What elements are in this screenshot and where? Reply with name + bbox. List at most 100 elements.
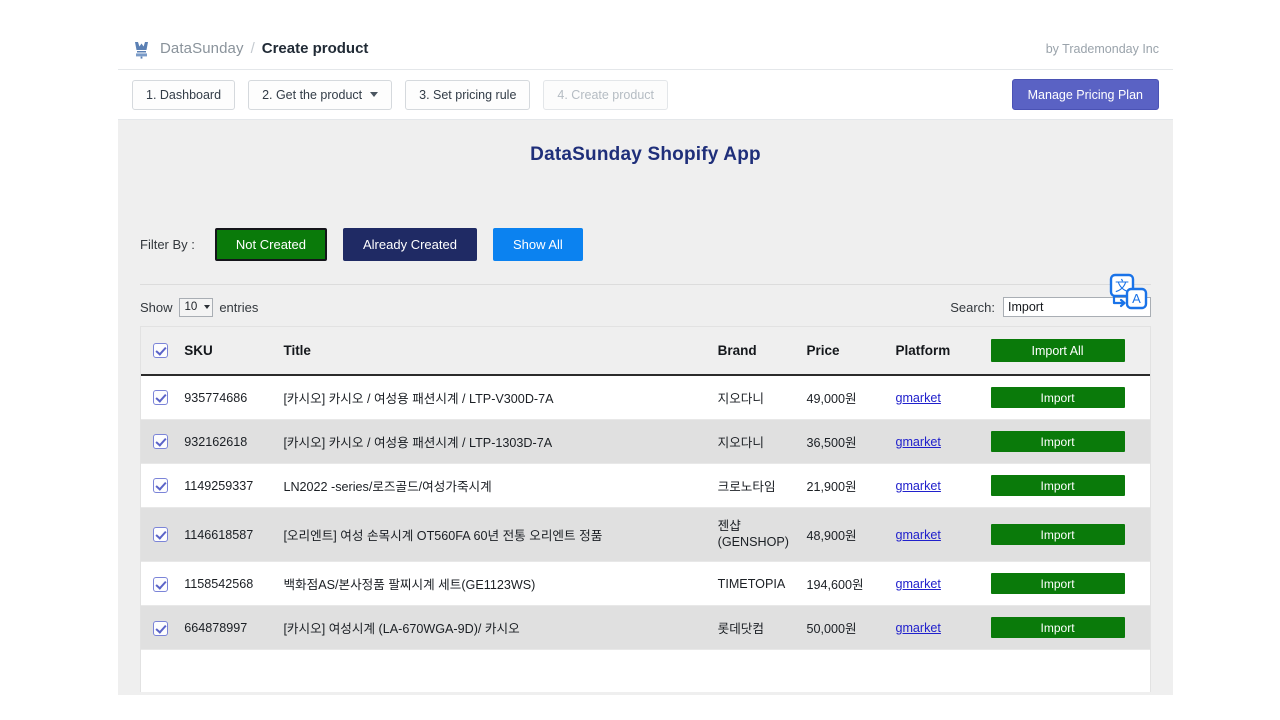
step-button-get-the-product[interactable]: 2. Get the product — [248, 79, 393, 110]
import-button[interactable]: Import — [990, 524, 1125, 546]
cell-price: 49,000원 — [800, 375, 890, 420]
table-header: SKU Title Brand Price Platform Import Al… — [141, 327, 1150, 376]
row-checkbox[interactable] — [153, 527, 168, 543]
import-button[interactable]: Import — [990, 431, 1125, 452]
cell-platform: gmarket — [889, 375, 985, 420]
column-header-platform[interactable]: Platform — [889, 327, 985, 376]
cell-price: 50,000원 — [800, 605, 890, 651]
cell-platform: gmarket — [889, 605, 985, 651]
step-label-create-product: 4. Create product — [557, 87, 654, 102]
step-button-create-product: 4. Create product — [543, 79, 668, 110]
manage-pricing-plan-button[interactable]: Manage Pricing Plan — [1011, 79, 1159, 110]
platform-link[interactable]: gmarket — [895, 435, 941, 449]
table-row: 1158542568 백화점AS/본사정품 팔찌시계 세트(GE1123WS) … — [141, 561, 1150, 607]
products-table: SKU Title Brand Price Platform Import Al… — [141, 327, 1150, 651]
column-header-price[interactable]: Price — [800, 327, 890, 376]
step-label-get-the-product: 2. Get the product — [262, 87, 363, 102]
cell-platform: gmarket — [889, 561, 985, 607]
step-label-set-pricing-rule: 3. Set pricing rule — [419, 87, 517, 102]
import-all-header: Import All — [984, 327, 1150, 376]
row-select-cell — [141, 507, 179, 563]
row-select-cell — [141, 419, 179, 464]
row-checkbox[interactable] — [153, 620, 168, 636]
step-label-dashboard: 1. Dashboard — [146, 87, 222, 102]
row-select-cell — [141, 605, 179, 651]
main-content-area: DataSunday Shopify App 文 A Filter By : N… — [118, 120, 1173, 695]
table-row: 935774686 [카시오] 카시오 / 여성용 패션시계 / LTP-V30… — [141, 375, 1150, 420]
translate-icon[interactable]: 文 A — [1105, 270, 1151, 316]
cell-title: [오리엔트] 여성 손목시계 OT560FA 60년 전통 오리엔트 정품 — [277, 507, 712, 563]
datasunday-logo-icon — [132, 38, 151, 59]
shopify-app-frame: DataSunday / Create product by Trademond… — [118, 28, 1173, 696]
cell-brand: 젠샵 (GENSHOP) — [711, 507, 801, 563]
cell-action: Import — [984, 375, 1150, 420]
import-all-button[interactable]: Import All — [990, 339, 1125, 362]
cell-price: 21,900원 — [800, 463, 890, 508]
breadcrumb-separator: / — [250, 40, 255, 57]
cell-title: 백화점AS/본사정품 팔찌시계 세트(GE1123WS) — [277, 561, 712, 607]
row-checkbox[interactable] — [153, 576, 168, 592]
cell-action: Import — [984, 561, 1150, 607]
select-all-checkbox[interactable] — [153, 343, 168, 359]
chevron-down-icon — [370, 92, 379, 97]
platform-link[interactable]: gmarket — [895, 528, 941, 542]
cell-title: LN2022 -series/로즈골드/여성가죽시계 — [277, 463, 712, 508]
cell-platform: gmarket — [889, 507, 985, 563]
step-button-dashboard[interactable]: 1. Dashboard — [132, 79, 236, 110]
row-checkbox[interactable] — [153, 390, 168, 406]
filter-row: Filter By : Not Created Already Created … — [118, 226, 1173, 262]
app-topbar: DataSunday / Create product by Trademond… — [118, 28, 1173, 70]
row-select-cell — [141, 463, 179, 508]
cell-brand: 지오다니 — [711, 419, 801, 464]
cell-sku: 935774686 — [178, 375, 278, 420]
cell-platform: gmarket — [889, 463, 985, 508]
show-entries-prefix: Show — [140, 299, 173, 315]
import-button[interactable]: Import — [990, 475, 1125, 496]
filter-button-already-created[interactable]: Already Created — [343, 227, 477, 261]
platform-link[interactable]: gmarket — [895, 621, 941, 635]
table-header-row: SKU Title Brand Price Platform Import Al… — [141, 327, 1150, 376]
search-label: Search: — [950, 299, 995, 315]
import-button[interactable]: Import — [990, 387, 1125, 408]
cell-action: Import — [984, 419, 1150, 464]
filter-by-label: Filter By : — [140, 236, 195, 252]
cell-platform: gmarket — [889, 419, 985, 464]
row-checkbox[interactable] — [153, 478, 168, 494]
table-row: 1146618587 [오리엔트] 여성 손목시계 OT560FA 60년 전통… — [141, 507, 1150, 563]
filter-button-show-all[interactable]: Show All — [492, 227, 583, 261]
column-header-title[interactable]: Title — [277, 327, 712, 376]
platform-link[interactable]: gmarket — [895, 391, 941, 405]
select-all-header — [141, 327, 179, 376]
cell-action: Import — [984, 463, 1150, 508]
breadcrumb-brand-link[interactable]: DataSunday — [160, 40, 244, 57]
cell-sku: 664878997 — [178, 605, 278, 651]
column-header-brand[interactable]: Brand — [711, 327, 801, 376]
filter-button-not-created[interactable]: Not Created — [214, 227, 327, 261]
row-checkbox[interactable] — [153, 434, 168, 450]
screen: DataSunday / Create product by Trademond… — [0, 0, 1280, 720]
cell-price: 194,600원 — [800, 561, 890, 607]
platform-link[interactable]: gmarket — [895, 577, 941, 591]
vendor-byline: by Trademonday Inc — [1045, 41, 1159, 56]
cell-action: Import — [984, 605, 1150, 651]
cell-sku: 1146618587 — [178, 507, 278, 563]
import-button[interactable]: Import — [990, 617, 1125, 639]
column-header-sku[interactable]: SKU — [178, 327, 278, 376]
row-select-cell — [141, 375, 179, 420]
platform-link[interactable]: gmarket — [895, 479, 941, 493]
step-button-set-pricing-rule[interactable]: 3. Set pricing rule — [405, 79, 531, 110]
cell-brand: 롯데닷컴 — [711, 605, 801, 651]
entries-per-page-select[interactable]: 10 — [178, 297, 214, 317]
cell-action: Import — [984, 507, 1150, 563]
page-title: DataSunday Shopify App — [530, 144, 761, 165]
cell-title: [카시오] 여성시계 (LA-670WGA-9D)/ 카시오 — [277, 605, 712, 651]
cell-title: [카시오] 카시오 / 여성용 패션시계 / LTP-1303D-7A — [277, 419, 712, 464]
import-button[interactable]: Import — [990, 573, 1125, 595]
cell-sku: 932162618 — [178, 419, 278, 464]
svg-text:A: A — [1132, 291, 1141, 306]
cell-brand: 지오다니 — [711, 375, 801, 420]
products-table-wrapper: SKU Title Brand Price Platform Import Al… — [140, 326, 1151, 692]
table-body: 935774686 [카시오] 카시오 / 여성용 패션시계 / LTP-V30… — [141, 375, 1150, 651]
step-navigation-bar: 1. Dashboard 2. Get the product 3. Set p… — [118, 70, 1173, 120]
table-row: 664878997 [카시오] 여성시계 (LA-670WGA-9D)/ 카시오… — [141, 605, 1150, 651]
